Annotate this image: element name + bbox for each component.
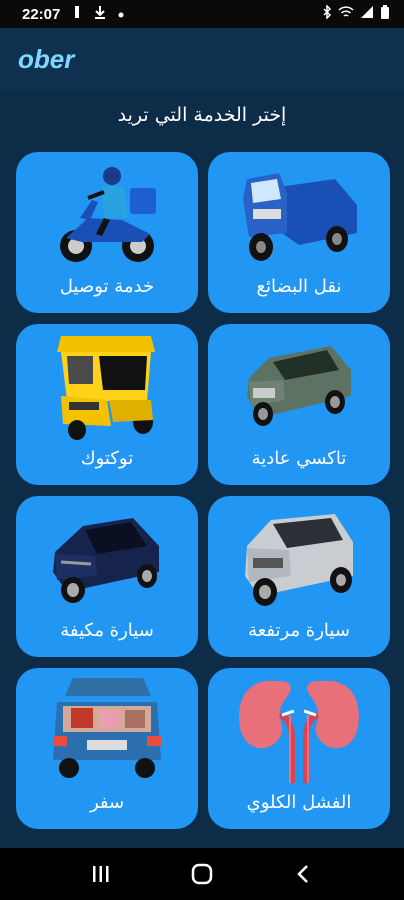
back-icon[interactable] bbox=[283, 854, 323, 894]
service-label: توكتوك bbox=[80, 448, 134, 469]
battery-icon bbox=[380, 4, 390, 24]
travel-car-icon bbox=[16, 674, 198, 786]
system-nav-bar bbox=[0, 848, 404, 900]
service-label: سيارة مرتفعة bbox=[248, 620, 350, 641]
service-label: خدمة توصيل bbox=[59, 276, 155, 297]
cargo-tricycle-icon bbox=[208, 158, 390, 270]
delivery-scooter-icon bbox=[16, 158, 198, 270]
kidneys-icon bbox=[208, 674, 390, 786]
service-card-suv[interactable]: سيارة مرتفعة bbox=[208, 496, 390, 657]
app-logo: ober bbox=[18, 43, 75, 74]
signal-1-icon bbox=[72, 5, 82, 23]
download-icon bbox=[94, 5, 106, 23]
service-card-ac-car[interactable]: سيارة مكيفة bbox=[16, 496, 198, 657]
sedan-car-icon bbox=[208, 330, 390, 442]
service-label: نقل البضائع bbox=[256, 276, 342, 297]
service-card-cargo[interactable]: نقل البضائع bbox=[208, 152, 390, 313]
suv-car-icon bbox=[208, 502, 390, 614]
services-grid: خدمة توصيل نقل البضائع توكتوك تاكسي عادي… bbox=[16, 152, 390, 829]
air-conditioned-car-icon bbox=[16, 502, 198, 614]
status-time: 22:07 bbox=[22, 5, 61, 23]
service-card-tuktuk[interactable]: توكتوك bbox=[16, 324, 198, 485]
bluetooth-icon bbox=[322, 4, 332, 23]
service-label: سفر bbox=[89, 792, 125, 813]
service-card-delivery[interactable]: خدمة توصيل bbox=[16, 152, 198, 313]
service-label: الفشل الكلوي bbox=[246, 792, 352, 813]
app-bar: ober bbox=[0, 28, 404, 90]
page-title: إختر الخدمة التي تريد bbox=[117, 104, 287, 126]
cell-signal-icon bbox=[360, 5, 374, 23]
wifi-icon bbox=[338, 5, 354, 23]
service-label: تاكسي عادية bbox=[251, 448, 347, 469]
service-label: سيارة مكيفة bbox=[60, 620, 154, 641]
home-icon[interactable] bbox=[182, 854, 222, 894]
dot-icon bbox=[118, 6, 124, 22]
tuktuk-icon bbox=[16, 330, 198, 442]
service-card-taxi[interactable]: تاكسي عادية bbox=[208, 324, 390, 485]
recents-icon[interactable] bbox=[81, 854, 121, 894]
status-bar: 22:07 bbox=[0, 0, 404, 28]
service-card-travel[interactable]: سفر bbox=[16, 668, 198, 829]
service-card-dialysis[interactable]: الفشل الكلوي bbox=[208, 668, 390, 829]
